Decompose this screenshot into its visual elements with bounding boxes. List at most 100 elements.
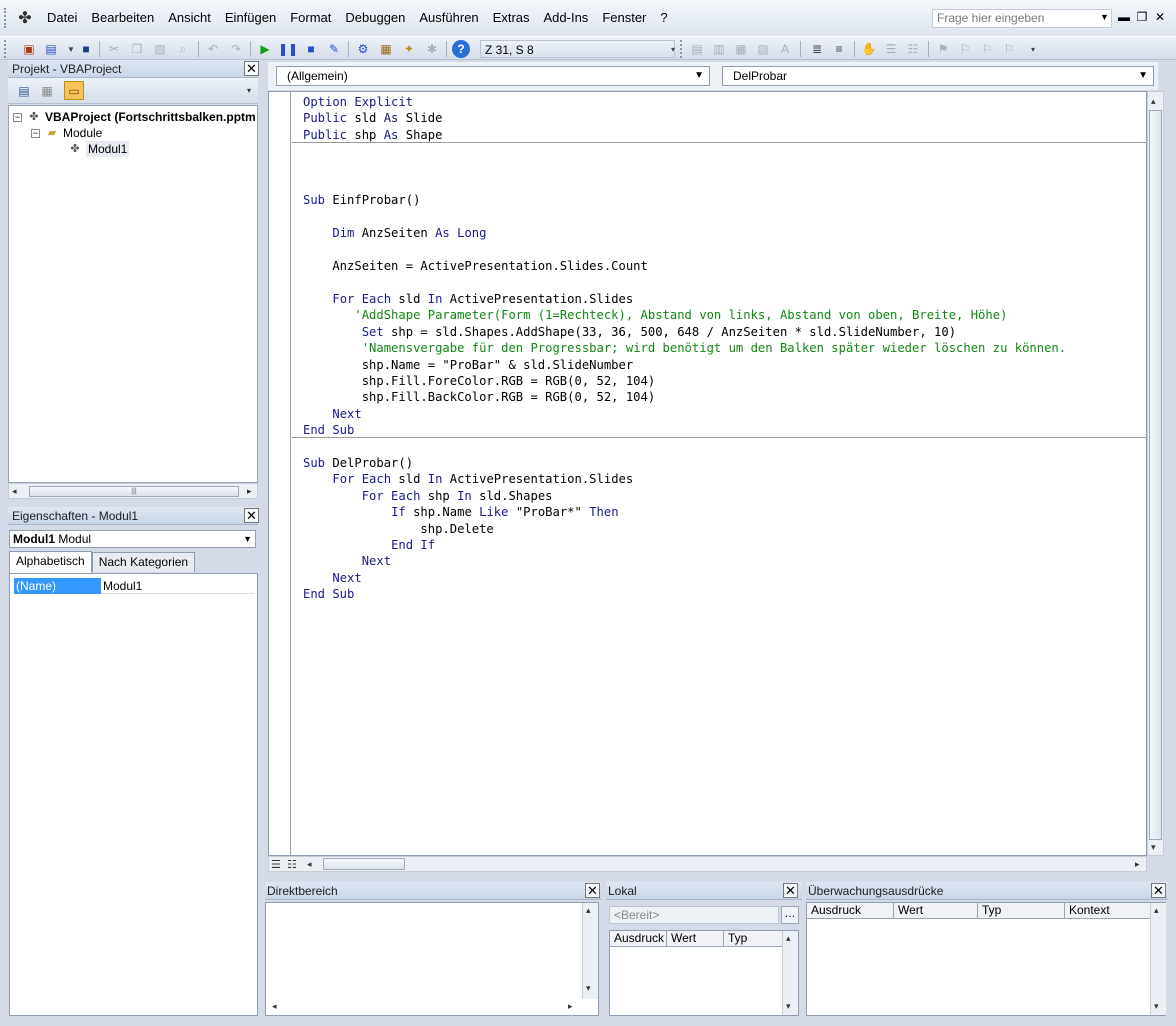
menu-extras[interactable]: Extras — [486, 7, 537, 29]
chevron-down-icon[interactable]: ▼ — [1138, 67, 1148, 85]
tree-node-module-folder[interactable]: − ▰ Module — [31, 125, 102, 141]
close-icon[interactable]: ✕ — [1152, 10, 1168, 24]
column-ausdruck[interactable]: Ausdruck — [807, 903, 894, 918]
project-toolbar-overflow-icon[interactable]: ▾ — [244, 81, 254, 100]
minimize-icon[interactable]: ▬ — [1116, 10, 1132, 24]
find-icon[interactable]: ⌕ — [174, 40, 192, 58]
vba-app-icon[interactable]: ✤ — [14, 7, 36, 29]
list-constants-icon[interactable]: ▥ — [710, 40, 728, 58]
restore-icon[interactable]: ❐ — [1134, 10, 1150, 24]
view-host-app-icon[interactable]: ▣ — [20, 40, 38, 58]
menu-ansicht[interactable]: Ansicht — [161, 7, 218, 29]
toggle-breakpoint-icon[interactable]: ✋ — [860, 40, 878, 58]
save-icon[interactable]: ■ — [77, 40, 95, 58]
immediate-input[interactable]: ▴ ▾ ◂ ▸ — [265, 902, 599, 1016]
clear-bookmarks-icon[interactable]: ⚐ — [1000, 40, 1018, 58]
paste-icon[interactable]: ▧ — [151, 40, 169, 58]
code-margin[interactable] — [269, 92, 291, 855]
code-text[interactable]: Option Explicit Public sld As Slide Publ… — [303, 94, 1066, 603]
help-search-input[interactable]: Frage hier eingeben — [932, 9, 1112, 28]
code-editor[interactable]: Option Explicit Public sld As Slide Publ… — [268, 91, 1147, 856]
scroll-left-icon[interactable]: ◂ — [307, 859, 312, 870]
column-typ[interactable]: Typ — [978, 903, 1065, 918]
property-value[interactable]: Modul1 — [101, 578, 254, 594]
menu-grip[interactable] — [4, 8, 8, 28]
cut-icon[interactable]: ✂ — [105, 40, 123, 58]
redo-icon[interactable]: ↷ — [227, 40, 245, 58]
help-icon[interactable]: ? — [452, 40, 470, 58]
code-hscroll[interactable]: ☰ ☷ ◂ ▸ — [268, 856, 1147, 872]
collapse-icon[interactable]: − — [13, 112, 22, 122]
help-dropdown-icon[interactable]: ▼ — [1100, 12, 1109, 22]
view-object-icon[interactable]: ▦ — [37, 81, 57, 100]
outdent-icon[interactable]: ≡ — [830, 40, 848, 58]
immediate-pane-close-icon[interactable]: ✕ — [585, 883, 600, 898]
property-row[interactable]: (Name) Modul1 — [14, 578, 254, 594]
menu-einfuegen[interactable]: Einfügen — [218, 7, 283, 29]
scroll-thumb[interactable] — [1149, 110, 1162, 840]
full-module-view-icon[interactable]: ☷ — [287, 858, 297, 871]
column-ausdruck[interactable]: Ausdruck — [610, 931, 667, 946]
procedure-combo[interactable]: DelProbar ▼ — [722, 66, 1154, 86]
toolbar-grip[interactable] — [4, 40, 7, 58]
copy-icon[interactable]: ❐ — [128, 40, 146, 58]
watch-list[interactable]: Ausdruck Wert Typ Kontext ▴ ▾ — [806, 902, 1166, 1016]
menu-help[interactable]: ? — [653, 7, 674, 29]
project-pane-close-icon[interactable]: ✕ — [244, 61, 259, 76]
menu-datei[interactable]: Datei — [40, 7, 84, 29]
object-combo[interactable]: (Allgemein) ▼ — [276, 66, 710, 86]
procedure-view-icon[interactable]: ☰ — [271, 858, 281, 871]
object-browser-icon[interactable]: ✦ — [400, 40, 418, 58]
immediate-vscroll[interactable]: ▴ ▾ — [582, 903, 598, 999]
complete-word-icon[interactable]: A — [776, 40, 794, 58]
quick-info-icon[interactable]: ▦ — [732, 40, 750, 58]
edit-toolbar-grip[interactable] — [680, 40, 683, 58]
parameter-info-icon[interactable]: ▧ — [754, 40, 772, 58]
locals-list[interactable]: Ausdruck Wert Typ ▴ ▾ — [609, 930, 799, 1016]
scroll-left-icon[interactable]: ◂ — [12, 486, 17, 497]
next-bookmark-icon[interactable]: ⚐ — [956, 40, 974, 58]
scroll-up-icon[interactable]: ▴ — [1154, 905, 1159, 916]
insert-module-icon[interactable]: ▤ — [42, 40, 60, 58]
column-typ[interactable]: Typ — [724, 931, 784, 946]
comment-block-icon[interactable]: ☰ — [882, 40, 900, 58]
scroll-down-icon[interactable]: ▾ — [586, 983, 591, 994]
scroll-thumb[interactable] — [323, 858, 405, 870]
code-vscroll[interactable]: ▴ ▾ — [1147, 91, 1164, 856]
menu-fenster[interactable]: Fenster — [595, 7, 653, 29]
locals-vscroll[interactable]: ▴ ▾ — [782, 931, 798, 1015]
reset-icon[interactable]: ■ — [302, 40, 320, 58]
menu-debuggen[interactable]: Debuggen — [338, 7, 412, 29]
scroll-up-icon[interactable]: ▴ — [786, 933, 791, 944]
uncomment-block-icon[interactable]: ☷ — [904, 40, 922, 58]
previous-bookmark-icon[interactable]: ⚐ — [978, 40, 996, 58]
menu-ausfuehren[interactable]: Ausführen — [412, 7, 485, 29]
scroll-down-icon[interactable]: ▾ — [1154, 1001, 1159, 1012]
scroll-thumb[interactable]: ||| — [29, 486, 239, 497]
menu-bearbeiten[interactable]: Bearbeiten — [84, 7, 161, 29]
tab-nach-kategorien[interactable]: Nach Kategorien — [91, 552, 196, 572]
run-icon[interactable]: ▶ — [256, 40, 274, 58]
scroll-down-icon[interactable]: ▾ — [786, 1001, 791, 1012]
scroll-right-icon[interactable]: ▸ — [1135, 859, 1140, 870]
tree-node-modul1[interactable]: ✤ Modul1 — [67, 141, 130, 157]
list-properties-icon[interactable]: ▤ — [688, 40, 706, 58]
indent-icon[interactable]: ≣ — [808, 40, 826, 58]
tab-alphabetisch[interactable]: Alphabetisch — [9, 551, 92, 573]
project-tree-hscroll[interactable]: ◂ ||| ▸ — [8, 483, 258, 499]
edit-toolbar-overflow-icon[interactable]: ▾ — [1024, 40, 1042, 58]
object-select[interactable]: Modul1 Modul ▼ — [9, 530, 256, 548]
properties-window-icon[interactable]: ▦ — [377, 40, 395, 58]
toggle-bookmark-icon[interactable]: ⚑ — [934, 40, 952, 58]
locals-pane-close-icon[interactable]: ✕ — [783, 883, 798, 898]
chevron-down-icon[interactable]: ▼ — [243, 531, 252, 547]
undo-icon[interactable]: ↶ — [204, 40, 222, 58]
design-mode-icon[interactable]: ✎ — [325, 40, 343, 58]
project-explorer-icon[interactable]: ⚙ — [354, 40, 372, 58]
call-stack-button[interactable]: … — [781, 906, 799, 924]
properties-pane-close-icon[interactable]: ✕ — [244, 508, 259, 523]
scroll-right-icon[interactable]: ▸ — [568, 1001, 573, 1012]
watch-vscroll[interactable]: ▴ ▾ — [1150, 903, 1166, 1015]
toolbox-icon[interactable]: ✱ — [423, 40, 441, 58]
scroll-left-icon[interactable]: ◂ — [272, 1001, 277, 1012]
